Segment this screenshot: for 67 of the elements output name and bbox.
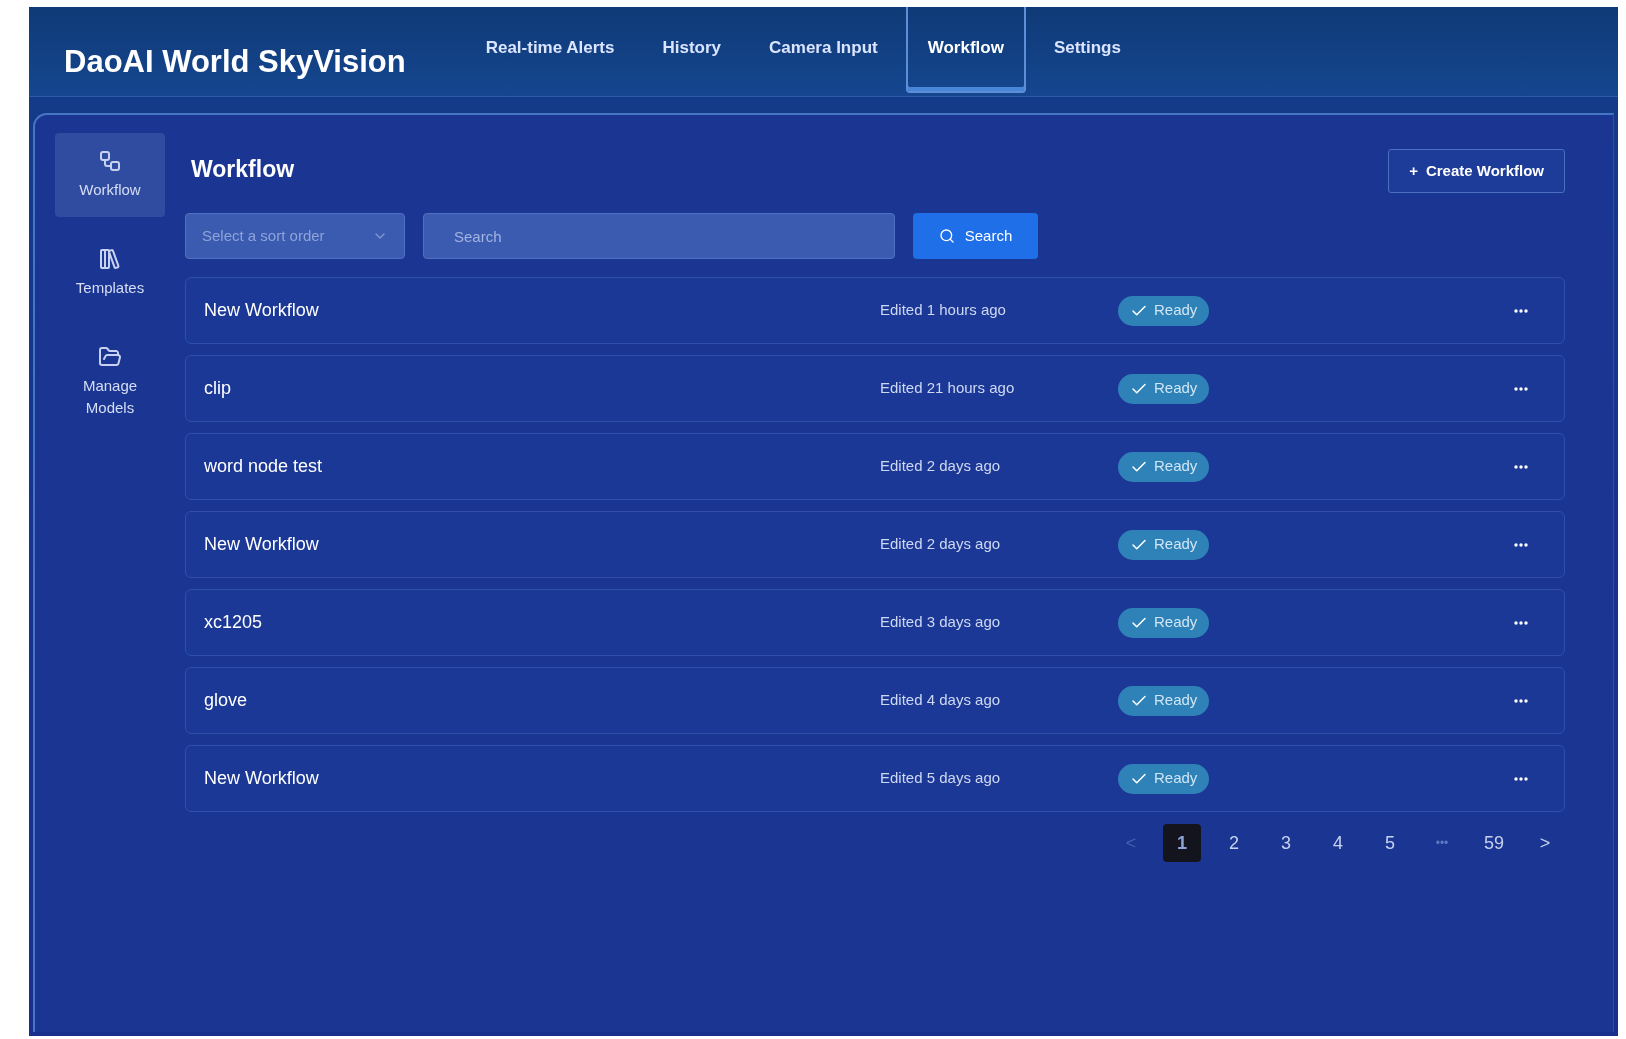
workflow-row[interactable]: New Workflow Edited 1 hours ago Ready <box>185 277 1565 344</box>
workflow-row[interactable]: xc1205 Edited 3 days ago Ready <box>185 589 1565 656</box>
nav-tab[interactable]: History <box>642 7 742 93</box>
app-title: DaoAI World SkyVision <box>64 43 406 81</box>
more-icon <box>1514 386 1528 391</box>
status-badge: Ready <box>1118 373 1210 404</box>
create-workflow-button[interactable]: + Create Workflow <box>1388 149 1565 193</box>
edited-time: Edited 2 days ago <box>880 534 1002 555</box>
more-options-button[interactable] <box>1514 308 1528 313</box>
next-page-button[interactable]: > <box>1527 825 1563 861</box>
workflow-name: glove <box>204 689 249 712</box>
workflow-name: New Workflow <box>204 533 320 556</box>
more-options-button[interactable] <box>1514 464 1528 469</box>
workflow-name: clip <box>204 377 232 400</box>
workflow-name: New Workflow <box>204 767 320 790</box>
status-badge: Ready <box>1118 295 1210 326</box>
status-badge: Ready <box>1118 529 1210 560</box>
more-options-button[interactable] <box>1514 620 1528 625</box>
workflow-row[interactable]: clip Edited 21 hours ago Ready <box>185 355 1565 422</box>
more-options-button[interactable] <box>1514 386 1528 391</box>
page-button[interactable]: 5 <box>1371 824 1409 862</box>
folder-icon <box>98 345 122 369</box>
workflow-name: xc1205 <box>204 611 264 634</box>
sidebar-item[interactable]: Workflow <box>55 133 165 217</box>
page-title: Workflow <box>191 155 295 184</box>
more-options-button[interactable] <box>1514 542 1528 547</box>
search-button[interactable]: Search <box>913 213 1038 259</box>
workflow-row[interactable]: glove Edited 4 days ago Ready <box>185 667 1565 734</box>
edited-time: Edited 21 hours ago <box>880 378 1016 399</box>
search-icon <box>938 228 955 244</box>
workflow-row[interactable]: word node test Edited 2 days ago Ready <box>185 433 1565 500</box>
search-field[interactable]: Search <box>423 213 895 259</box>
nav-tab[interactable]: Real-time Alerts <box>465 7 635 93</box>
edited-time: Edited 4 days ago <box>880 690 1002 711</box>
status-badge: Ready <box>1118 763 1210 794</box>
status-badge: Ready <box>1118 685 1210 716</box>
page-button[interactable]: 3 <box>1267 824 1305 862</box>
workflow-icon <box>98 149 122 173</box>
nav-tab[interactable]: Settings <box>1033 7 1141 93</box>
more-icon <box>1514 542 1528 547</box>
edited-time: Edited 1 hours ago <box>880 300 1007 321</box>
workflow-name: New Workflow <box>204 299 320 322</box>
workflow-row[interactable]: New Workflow Edited 5 days ago Ready <box>185 745 1565 812</box>
edited-time: Edited 2 days ago <box>880 456 1002 477</box>
page-button[interactable]: 2 <box>1215 824 1253 862</box>
nav-tab[interactable]: Workflow <box>905 7 1026 93</box>
more-icon <box>1514 776 1528 781</box>
more-icon <box>1514 308 1528 313</box>
edited-time: Edited 5 days ago <box>880 768 1002 789</box>
edited-time: Edited 3 days ago <box>880 612 1002 633</box>
workflow-name: word node test <box>204 455 324 478</box>
page-button[interactable]: 4 <box>1319 824 1357 862</box>
more-icon <box>1514 464 1528 469</box>
workflow-row[interactable]: New Workflow Edited 2 days ago Ready <box>185 511 1565 578</box>
more-icon <box>1514 620 1528 625</box>
more-options-button[interactable] <box>1514 698 1528 703</box>
books-icon <box>98 247 122 271</box>
status-badge: Ready <box>1118 451 1210 482</box>
sidebar-item[interactable]: Manage Models <box>55 329 165 435</box>
page-button[interactable]: 59 <box>1475 824 1513 862</box>
more-icon <box>1514 698 1528 703</box>
page-button[interactable]: 1 <box>1163 824 1201 862</box>
pagination-ellipsis: ••• <box>1434 835 1450 852</box>
nav-tab[interactable]: Camera Input <box>749 7 898 93</box>
status-badge: Ready <box>1118 607 1210 638</box>
sidebar-item[interactable]: Templates <box>55 231 165 315</box>
more-options-button[interactable] <box>1514 776 1528 781</box>
